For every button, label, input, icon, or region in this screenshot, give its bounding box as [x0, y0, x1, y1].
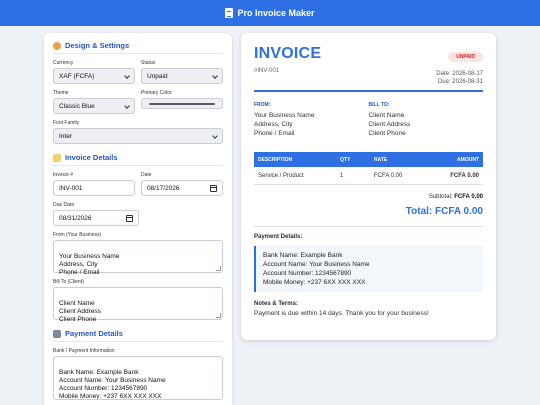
resize-handle[interactable] [216, 313, 221, 318]
settings-panel: Design & Settings Currency XAF (FCFA) St… [44, 33, 232, 405]
design-section-title: Design & Settings [53, 41, 223, 54]
invoice-heading: INVOICE [254, 45, 322, 62]
theme-select[interactable]: Classic Blue [53, 98, 135, 114]
status-badge: UNPAID [448, 52, 483, 62]
bill-to-textarea[interactable]: Client Name Client Address Client Phone [53, 287, 223, 323]
from-label: From (Your Business) [53, 232, 102, 238]
invoice-date: Date: 2026-08-17 [436, 71, 483, 77]
status-label: Status [141, 60, 156, 66]
payment-details-box: Bank Name: Example Bank Account Name: Yo… [254, 246, 483, 292]
bank-icon [53, 329, 61, 338]
primary-color-picker[interactable] [141, 98, 223, 109]
notes-title: Notes & Terms: [254, 301, 298, 307]
divider [254, 226, 483, 227]
table-row: Service / Product 1 FCFA 0.00 FCFA 0.00 [254, 167, 483, 185]
font-family-label: Font Family [53, 120, 80, 126]
primary-color-label: Primary Color [141, 90, 172, 96]
bill-to-label: Bill To (Client) [53, 279, 84, 285]
chevron-down-icon [212, 133, 218, 139]
status-select[interactable]: Unpaid [141, 68, 223, 84]
currency-label: Currency [53, 60, 74, 66]
from-block: FROM: Your Business Name Address, City P… [254, 102, 315, 137]
chevron-down-icon [124, 103, 130, 109]
invoice-number-input[interactable]: INV-001 [53, 180, 135, 196]
memo-icon [53, 153, 61, 162]
invoice-preview: INVOICE #INV-001 UNPAID Date: 2026-08-17… [241, 33, 496, 340]
theme-label: Theme [53, 90, 69, 96]
payment-details-title: Payment Details: [254, 234, 303, 240]
payment-info-label: Bank / Payment Information [53, 348, 115, 354]
payment-info-textarea[interactable]: Bank Name: Example Bank Account Name: Yo… [53, 356, 223, 400]
calendar-icon[interactable] [126, 215, 133, 222]
calendar-icon[interactable] [210, 185, 217, 192]
due-date-label: Due Date [53, 202, 75, 208]
font-family-select[interactable]: Inter [53, 128, 223, 144]
payment-section-title: Payment Details [53, 329, 223, 342]
grand-total: Total: FCFA 0.00 [405, 206, 483, 217]
subtotal: Subtotal: FCFA 0.00 [428, 194, 483, 200]
due-date-input[interactable]: 08/31/2026 [53, 210, 139, 226]
details-section-title: Invoice Details [53, 153, 223, 166]
invoice-number-label: Invoice # [53, 172, 74, 178]
table-header: DESCRIPTION QTY RATE AMOUNT [254, 152, 483, 167]
chevron-down-icon [124, 73, 130, 79]
date-input[interactable]: 08/17/2026 [141, 180, 223, 196]
date-label: Date [141, 172, 152, 178]
divider [254, 90, 483, 92]
currency-select[interactable]: XAF (FCFA) [53, 68, 135, 84]
document-icon [225, 8, 234, 18]
chevron-down-icon [212, 73, 218, 79]
app-title: Pro Invoice Maker [237, 8, 315, 18]
bill-to-block: BILL TO: Client Name Client Address Clie… [368, 102, 411, 137]
from-textarea[interactable]: Your Business Name Address, City Phone /… [53, 240, 223, 276]
notes-text: Payment is due within 14 days. Thank you… [254, 310, 429, 317]
line-items-table: DESCRIPTION QTY RATE AMOUNT Service / Pr… [254, 152, 483, 185]
palette-icon [53, 41, 61, 50]
invoice-number: #INV-001 [254, 68, 280, 74]
resize-handle[interactable] [216, 266, 221, 271]
app-header: Pro Invoice Maker [0, 0, 540, 26]
invoice-due-date: Due: 2026-08-31 [437, 79, 483, 85]
